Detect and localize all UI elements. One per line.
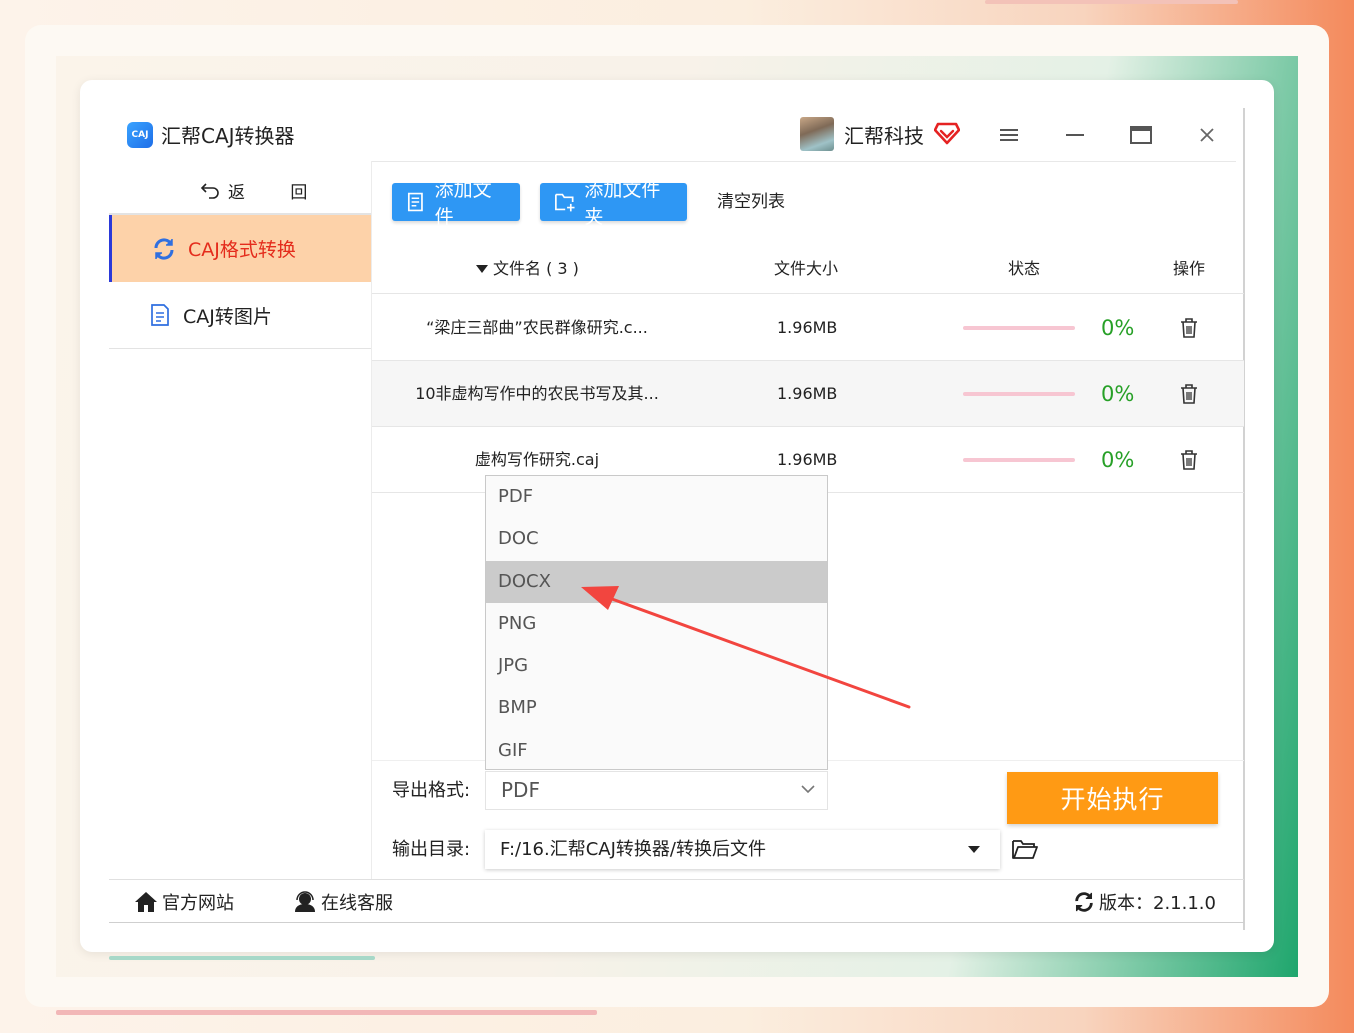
document-icon [151,304,169,326]
column-action: 操作 [1173,259,1206,278]
sidebar-item-caj-convert[interactable]: CAJ格式转换 [109,215,371,282]
back-button[interactable]: 返 回 [200,176,327,204]
format-option-doc[interactable]: DOC [486,518,827,560]
decorative-bottom-line [56,1010,597,1015]
sidebar-item-caj-to-image[interactable]: CAJ转图片 [109,282,371,349]
online-service-label: 在线客服 [321,893,393,914]
minimize-button[interactable] [1061,121,1089,149]
add-folder-label: 添加文件夹 [584,179,661,228]
official-site-link[interactable]: 官方网站 [134,888,234,916]
open-folder-icon[interactable] [1011,837,1039,861]
progress-percent: 0% [1101,448,1135,472]
footer-bottom-border [109,922,1244,923]
export-format-label: 导出格式: [392,780,471,801]
refresh-icon [1075,892,1093,912]
column-filesize: 文件大小 [774,259,839,278]
format-option-docx[interactable]: DOCX [486,560,827,603]
progress-percent: 0% [1101,316,1135,340]
output-dir-label: 输出目录: [392,839,471,860]
window-edge [1243,108,1245,930]
version-info[interactable]: 版本：2.1.1.0 [1073,888,1216,916]
sidebar-item-label: CAJ转图片 [183,305,272,328]
progress-bar [963,326,1075,330]
add-file-label: 添加文件 [434,179,492,228]
maximize-icon [1130,126,1152,144]
column-filename[interactable]: 文件名 ( 3 ) [476,258,579,280]
refresh-icon [154,237,174,260]
decorative-top-line [985,0,1238,4]
vip-diamond-icon[interactable] [934,121,960,145]
format-dropdown-list: PDF DOC DOCX PNG JPG BMP GIF [485,475,828,770]
file-size: 1.96MB [777,450,838,469]
table-row[interactable]: “梁庄三部曲”农民群像研究.c... 1.96MB 0% [372,295,1244,361]
trash-icon[interactable] [1179,317,1199,339]
file-name: “梁庄三部曲”农民群像研究.c... [426,318,648,337]
add-file-icon [407,192,423,212]
caret-down-icon [968,846,980,853]
close-button[interactable] [1193,121,1221,149]
home-icon [135,892,157,912]
file-size: 1.96MB [777,318,838,337]
export-format-select[interactable]: PDF [485,771,828,810]
export-format-value: PDF [501,778,540,802]
minimize-icon [1066,134,1084,136]
file-name: 10非虚构写作中的农民书写及其... [415,384,659,403]
avatar[interactable] [800,117,834,151]
clear-list-button[interactable]: 清空列表 [717,190,785,214]
chevron-down-icon [801,785,815,794]
footer-divider [109,879,1244,880]
start-button[interactable]: 开始执行 [1007,772,1218,824]
add-file-button[interactable]: 添加文件 [392,179,520,228]
progress-bar [963,392,1075,396]
app-logo-icon: CAJ [127,122,153,148]
close-icon [1200,128,1214,142]
version-label: 版本：2.1.1.0 [1099,893,1216,914]
trash-icon[interactable] [1179,449,1199,471]
table-row[interactable]: 10非虚构写作中的农民书写及其... 1.96MB 0% [372,361,1244,427]
add-folder-button[interactable]: 添加文件夹 [540,179,687,228]
user-name[interactable]: 汇帮科技 [844,122,924,150]
format-option-gif[interactable]: GIF [486,730,827,772]
format-option-pdf[interactable]: PDF [486,476,827,518]
format-option-png[interactable]: PNG [486,603,827,645]
progress-bar [963,458,1075,462]
column-filename-label: 文件名 ( 3 ) [493,259,579,278]
back-label: 返 回 [228,182,328,203]
sidebar-item-label: CAJ格式转换 [188,239,296,261]
online-service-link[interactable]: 在线客服 [293,888,393,916]
maximize-button[interactable] [1127,121,1155,149]
logo-text: CAJ [131,130,149,140]
format-option-jpg[interactable]: JPG [486,645,827,687]
output-dir-value: F:/16.汇帮CAJ转换器/转换后文件 [500,839,766,860]
file-size: 1.96MB [777,384,838,403]
column-status: 状态 [1008,259,1041,278]
progress-percent: 0% [1101,382,1135,406]
customer-service-icon [295,891,315,912]
hamburger-icon [1000,129,1018,141]
sort-down-icon [476,265,488,273]
official-site-label: 官方网站 [162,893,234,914]
file-name: 虚构写作研究.caj [474,450,600,469]
add-folder-icon [555,193,575,212]
header-divider [372,161,1236,162]
back-arrow-icon [200,183,219,199]
output-dir-select[interactable]: F:/16.汇帮CAJ转换器/转换后文件 [485,830,1000,869]
app-title: 汇帮CAJ转换器 [161,124,295,148]
table-header: 文件名 ( 3 ) 文件大小 状态 操作 [372,248,1244,294]
format-option-bmp[interactable]: BMP [486,687,827,729]
menu-button[interactable] [995,121,1023,149]
decorative-teal-bar [109,956,375,960]
trash-icon[interactable] [1179,383,1199,405]
